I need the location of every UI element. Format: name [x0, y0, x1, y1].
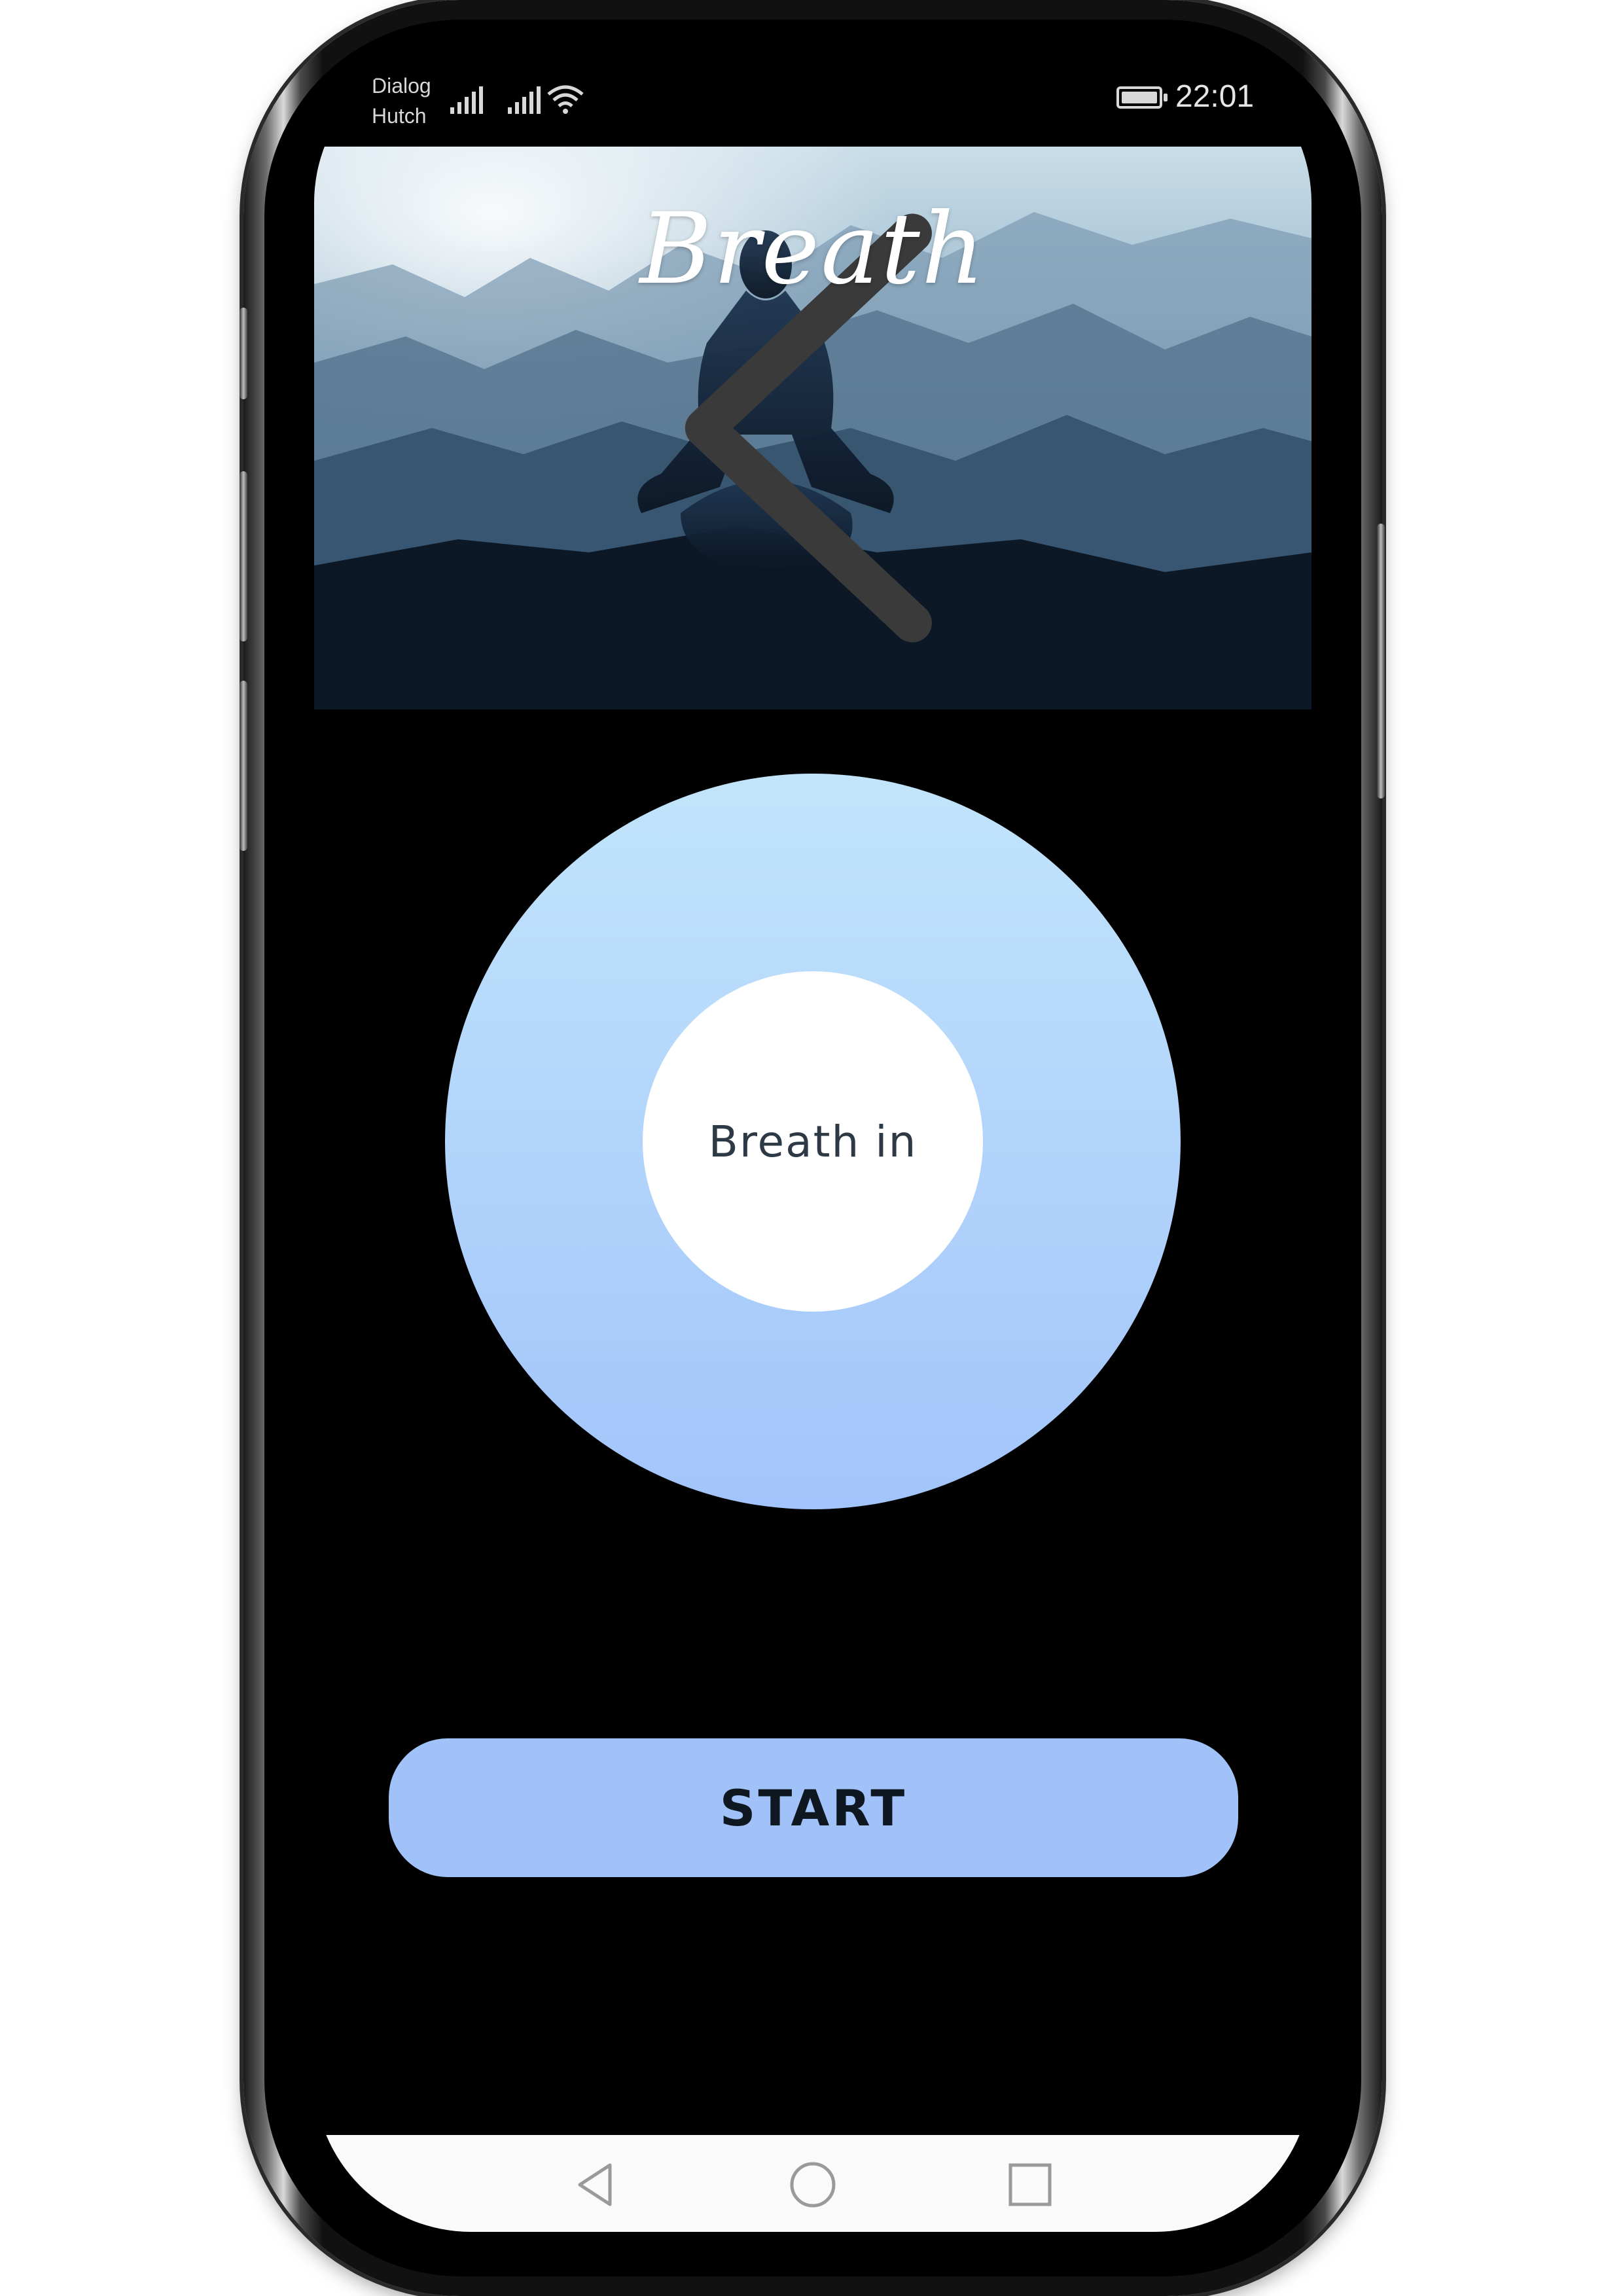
start-button[interactable]: START — [389, 1738, 1238, 1877]
home-circle-icon[interactable] — [787, 2159, 839, 2211]
breathing-inner-circle: Breath in — [643, 971, 983, 1312]
navigation-bar — [314, 2135, 1311, 2232]
status-bar: Dialog Hutch 22:01 — [314, 46, 1311, 147]
wifi-icon — [547, 85, 584, 114]
volume-down-button — [240, 681, 247, 851]
signal-icon — [508, 85, 541, 114]
status-time: 22:01 — [1175, 79, 1255, 114]
breathing-outer-ring: Breath in — [445, 774, 1181, 1509]
battery-icon — [1116, 86, 1168, 109]
volume-up-button — [240, 471, 247, 641]
page-title: Breath — [639, 192, 986, 306]
app-screen: Dialog Hutch 22:01 Breath Breath in STAR… — [314, 46, 1311, 2232]
back-triangle-icon[interactable] — [571, 2159, 623, 2211]
recents-square-icon[interactable] — [1004, 2159, 1056, 2211]
signal-icon — [450, 85, 483, 114]
carrier-line-1: Dialog — [372, 74, 431, 98]
breathing-phase-label: Breath in — [708, 1116, 918, 1167]
carrier-line-2: Hutch — [372, 104, 427, 128]
power-button — [1377, 524, 1385, 798]
hero-image: Breath — [314, 147, 1311, 709]
volume-button — [240, 308, 247, 399]
carrier-label: Dialog Hutch — [372, 71, 431, 131]
